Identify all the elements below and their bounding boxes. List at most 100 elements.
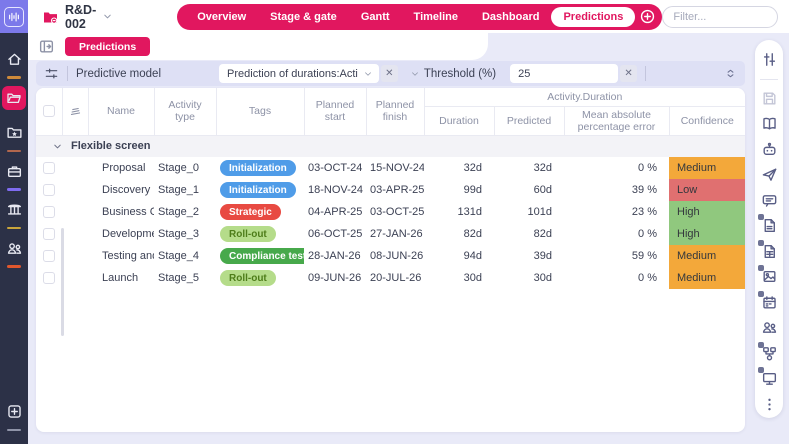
table-row[interactable]: Business CaseStage_2Strategic04-APR-2503… [36, 201, 745, 223]
clear-threshold-button[interactable]: ✕ [620, 65, 637, 82]
sliders-icon[interactable] [761, 51, 778, 68]
tab-dashboard[interactable]: Dashboard [470, 7, 551, 27]
row-checkbox[interactable] [43, 272, 55, 284]
table-row[interactable]: DevelopmentStage_3Roll-out06-OCT-2527-JA… [36, 223, 745, 245]
tab-overview[interactable]: Overview [185, 7, 258, 27]
expand-panel-button[interactable] [38, 38, 55, 55]
app-logo[interactable] [0, 0, 28, 33]
column-header-planned-finish[interactable]: Planned finish [366, 88, 424, 135]
knowledge-base-icon[interactable] [761, 115, 778, 132]
predictive-model-label: Predictive model [76, 68, 161, 80]
predicted-cell: 32d [494, 157, 564, 179]
column-header-planned-start[interactable]: Planned start [304, 88, 366, 135]
column-header-activity-type[interactable]: Activity type [154, 88, 216, 135]
name-cell: Proposal [88, 157, 154, 179]
confidence-cell: Medium [669, 157, 745, 179]
table-row[interactable]: Testing and V...Stage_4Compliance testin… [36, 245, 745, 267]
row-checkbox[interactable] [43, 206, 55, 218]
sidebar-item-add-workspace-icon[interactable] [2, 400, 26, 424]
sidebar-item-stage-gate-icon[interactable] [2, 198, 26, 222]
tab-predictions[interactable]: Predictions [551, 7, 635, 27]
predictions-view-button[interactable]: Predictions [65, 37, 150, 56]
save-icon [761, 90, 778, 107]
clear-model-button[interactable]: ✕ [381, 65, 398, 82]
tab-gantt[interactable]: Gantt [349, 7, 402, 27]
column-header-duration[interactable]: Duration [424, 106, 494, 135]
confidence-cell: High [669, 201, 745, 223]
group-row[interactable]: Flexible screen [36, 135, 745, 157]
export-spreadsheet-icon[interactable] [761, 243, 778, 260]
row-checkbox[interactable] [43, 184, 55, 196]
chevron-down-icon[interactable] [52, 141, 63, 152]
calendar-icon[interactable] [761, 294, 778, 311]
tags-cell: Roll-out [216, 267, 304, 289]
row-select-cell [36, 267, 62, 289]
column-header-mape[interactable]: Mean absolute percentage error [564, 106, 669, 135]
table-scrollbar[interactable] [61, 228, 64, 336]
mape-cell: 39 % [564, 179, 669, 201]
duration-cell: 131d [424, 201, 494, 223]
divider [67, 66, 68, 81]
duration-cell: 99d [424, 179, 494, 201]
predicted-cell: 30d [494, 267, 564, 289]
collapse-expand-spinner[interactable] [724, 66, 737, 81]
filter-settings-icon[interactable] [44, 66, 59, 81]
column-header-tags[interactable]: Tags [216, 88, 304, 135]
team-icon [6, 240, 23, 257]
table-row[interactable]: DiscoveryStage_1Initialization18-NOV-240… [36, 179, 745, 201]
tab-stage-gate[interactable]: Stage & gate [258, 7, 349, 27]
sidebar-item-team-icon[interactable] [2, 236, 26, 260]
row-checkbox[interactable] [43, 228, 55, 240]
tag-pill: Initialization [220, 160, 296, 176]
stage-gate-icon [6, 201, 23, 218]
send-icon[interactable] [761, 166, 778, 183]
column-header-predicted[interactable]: Predicted [494, 106, 564, 135]
sidebar-item-briefcase-icon[interactable] [2, 159, 26, 183]
comments-icon[interactable] [761, 192, 778, 209]
threshold-label: Threshold (%) [424, 68, 496, 80]
integration-icon[interactable] [761, 345, 778, 362]
mape-cell: 23 % [564, 201, 669, 223]
row-checkbox[interactable] [43, 162, 55, 174]
sidebar-item-projects-folder-icon[interactable] [2, 86, 26, 110]
project-selector[interactable]: R&D-002 [42, 3, 113, 31]
mape-cell: 0 % [564, 157, 669, 179]
sidebar-item-home-icon[interactable] [2, 47, 26, 71]
tag-pill: Initialization [220, 182, 296, 198]
sidebar-item-folder-star-icon[interactable] [2, 121, 26, 145]
waveform-icon [4, 7, 24, 27]
predicted-cell: 39d [494, 245, 564, 267]
duration-cell: 94d [424, 245, 494, 267]
duration-cell: 82d [424, 223, 494, 245]
nav-underline [7, 76, 21, 79]
confidence-cell: High [669, 223, 745, 245]
filter-input[interactable] [662, 6, 778, 28]
threshold-input-wrap [510, 64, 618, 83]
ai-assistant-icon[interactable] [761, 141, 778, 158]
column-header-confidence[interactable]: Confidence [669, 106, 745, 135]
monitor-icon[interactable] [761, 370, 778, 387]
export-pdf-icon[interactable] [761, 217, 778, 234]
threshold-operator-icon[interactable] [410, 69, 420, 79]
table-row[interactable]: ProposalStage_0Initialization03-OCT-2415… [36, 157, 745, 179]
more-options-icon[interactable] [761, 396, 778, 413]
chevron-down-icon[interactable] [102, 11, 113, 22]
threshold-input[interactable] [518, 68, 588, 80]
model-select[interactable]: Prediction of durations:Acti [219, 64, 379, 83]
add-tab-button[interactable] [639, 8, 656, 25]
planned-finish-cell: 03-OCT-25 [366, 201, 424, 223]
column-header-name[interactable]: Name [88, 88, 154, 135]
planned-finish-cell: 27-JAN-26 [366, 223, 424, 245]
planned-finish-cell: 20-JUL-26 [366, 267, 424, 289]
chevron-down-icon [363, 69, 373, 79]
select-all-checkbox[interactable] [43, 105, 55, 117]
export-image-icon[interactable] [761, 268, 778, 285]
table-row[interactable]: LaunchStage_5Roll-out09-JUN-2620-JUL-263… [36, 267, 745, 289]
row-select-cell [36, 201, 62, 223]
name-cell: Development [88, 223, 154, 245]
share-users-icon[interactable] [761, 319, 778, 336]
model-select-value: Prediction of durations:Acti [227, 68, 358, 80]
nav-underline [7, 188, 21, 191]
tab-timeline[interactable]: Timeline [402, 7, 470, 27]
row-checkbox[interactable] [43, 250, 55, 262]
